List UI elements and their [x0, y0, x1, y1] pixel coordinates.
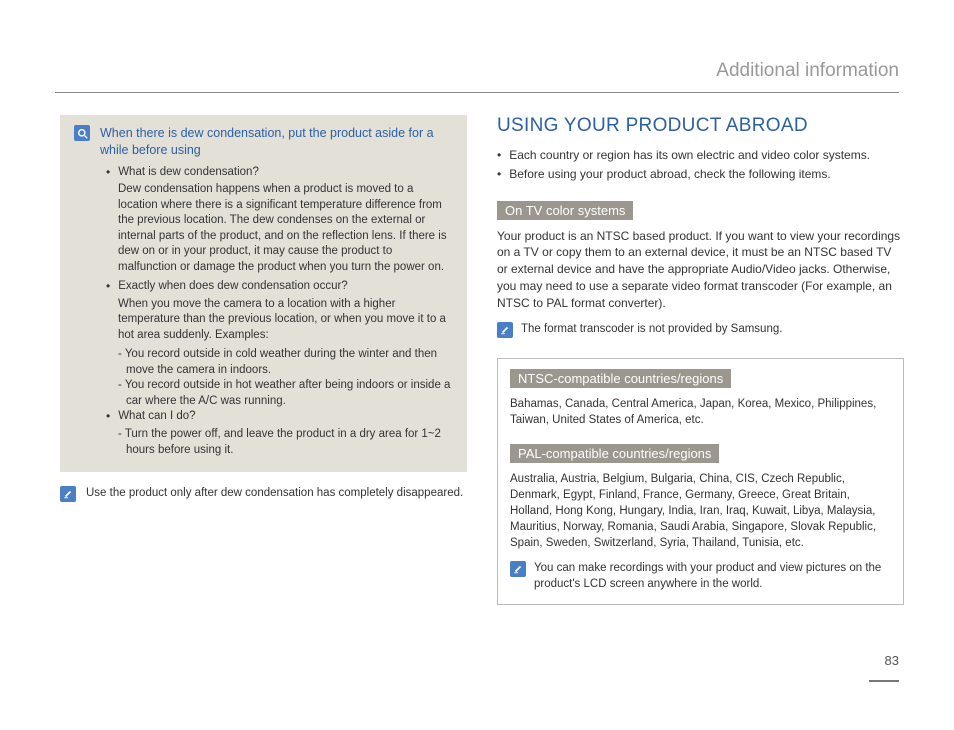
right-column: USING YOUR PRODUCT ABROAD •Each country … — [497, 60, 904, 605]
lcd-note: You can make recordings with your produc… — [510, 561, 891, 592]
q-what-do: What can I do? — [118, 409, 453, 425]
note-icon — [497, 322, 513, 338]
q-when: Exactly when does dew condensation occur… — [118, 279, 453, 295]
abroad-bullet-2: Before using your product abroad, check … — [509, 166, 904, 183]
section-heading-abroad: USING YOUR PRODUCT ABROAD — [497, 115, 904, 137]
p-what-is: Dew condensation happens when a product … — [118, 182, 453, 275]
note-icon — [60, 486, 76, 502]
magnify-icon — [74, 125, 90, 141]
chapter-title: Additional information — [716, 60, 899, 82]
compat-frame: NTSC-compatible countries/regions Bahama… — [497, 358, 904, 606]
answer-what-do: - Turn the power off, and leave the prod… — [118, 427, 453, 458]
dew-condensation-callout: When there is dew condensation, put the … — [60, 115, 467, 472]
pal-countries: Australia, Austria, Belgium, Bulgaria, C… — [510, 471, 891, 551]
callout-title: When there is dew condensation, put the … — [100, 125, 453, 159]
page-content: When there is dew condensation, put the … — [60, 60, 904, 605]
subhead-ntsc: NTSC-compatible countries/regions — [510, 369, 731, 388]
ntsc-countries: Bahamas, Canada, Central America, Japan,… — [510, 396, 891, 428]
example-1: - You record outside in cold weather dur… — [118, 347, 453, 378]
page-number: 83 — [885, 653, 899, 668]
left-column: When there is dew condensation, put the … — [60, 60, 467, 605]
transcoder-note-text: The format transcoder is not provided by… — [521, 322, 904, 338]
page-number-rule — [869, 680, 899, 682]
p-when: When you move the camera to a location w… — [118, 297, 453, 344]
example-2: - You record outside in hot weather afte… — [118, 378, 453, 409]
dew-note: Use the product only after dew condensat… — [60, 486, 467, 502]
note-icon — [510, 561, 526, 577]
subhead-pal: PAL-compatible countries/regions — [510, 444, 719, 463]
lcd-note-text: You can make recordings with your produc… — [534, 561, 891, 592]
tv-color-paragraph: Your product is an NTSC based product. I… — [497, 228, 904, 312]
divider-top — [55, 92, 899, 93]
transcoder-note: The format transcoder is not provided by… — [497, 322, 904, 338]
dew-note-text: Use the product only after dew condensat… — [86, 486, 467, 502]
subhead-tv-color: On TV color systems — [497, 201, 633, 220]
abroad-bullet-1: Each country or region has its own elect… — [509, 147, 904, 164]
q-what-is: What is dew condensation? — [118, 165, 453, 181]
